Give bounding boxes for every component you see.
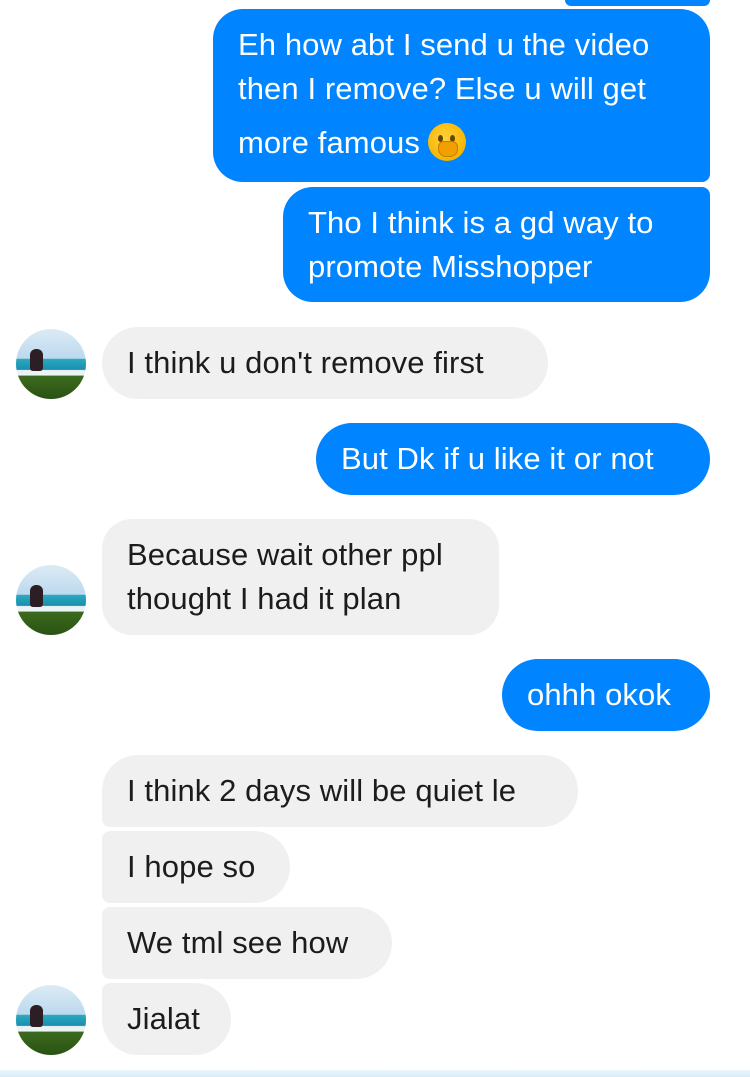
- message-line: Because wait other ppl: [127, 537, 443, 572]
- message-line: promote Misshopper: [308, 249, 593, 284]
- message-text: We tml see how: [127, 925, 349, 960]
- incoming-message[interactable]: We tml see how: [102, 907, 392, 979]
- message-text: Jialat: [127, 1001, 200, 1036]
- message-text: I think 2 days will be quiet le: [127, 773, 517, 808]
- message-line: then I remove? Else u will get: [238, 71, 646, 106]
- outgoing-message[interactable]: Tho I think is a gd way to promote Missh…: [283, 187, 710, 302]
- outgoing-message[interactable]: ohhh okok: [502, 659, 710, 731]
- message-text: I hope so: [127, 849, 256, 884]
- contact-avatar[interactable]: [16, 985, 86, 1055]
- contact-avatar[interactable]: [16, 329, 86, 399]
- message-text: But Dk if u like it or not: [341, 441, 654, 476]
- message-line: thought I had it plan: [127, 581, 402, 616]
- outgoing-message[interactable]: Eh how abt I send u the video then I rem…: [213, 9, 710, 182]
- outgoing-message[interactable]: But Dk if u like it or not: [316, 423, 710, 495]
- message-line: Tho I think is a gd way to: [308, 205, 654, 240]
- message-text: I think u don't remove first: [127, 345, 484, 380]
- composer-edge: [0, 1070, 750, 1077]
- incoming-message[interactable]: I hope so: [102, 831, 290, 903]
- incoming-message[interactable]: I think u don't remove first: [102, 327, 548, 399]
- incoming-message[interactable]: I think 2 days will be quiet le: [102, 755, 578, 827]
- previous-message-bubble: [565, 0, 710, 6]
- contact-avatar[interactable]: [16, 565, 86, 635]
- incoming-message[interactable]: Because wait other ppl thought I had it …: [102, 519, 499, 635]
- message-line: more famous: [238, 125, 420, 160]
- incoming-message[interactable]: Jialat: [102, 983, 231, 1055]
- hand-over-mouth-emoji-icon: [428, 123, 466, 161]
- message-text: ohhh okok: [527, 677, 671, 712]
- message-line: Eh how abt I send u the video: [238, 27, 650, 62]
